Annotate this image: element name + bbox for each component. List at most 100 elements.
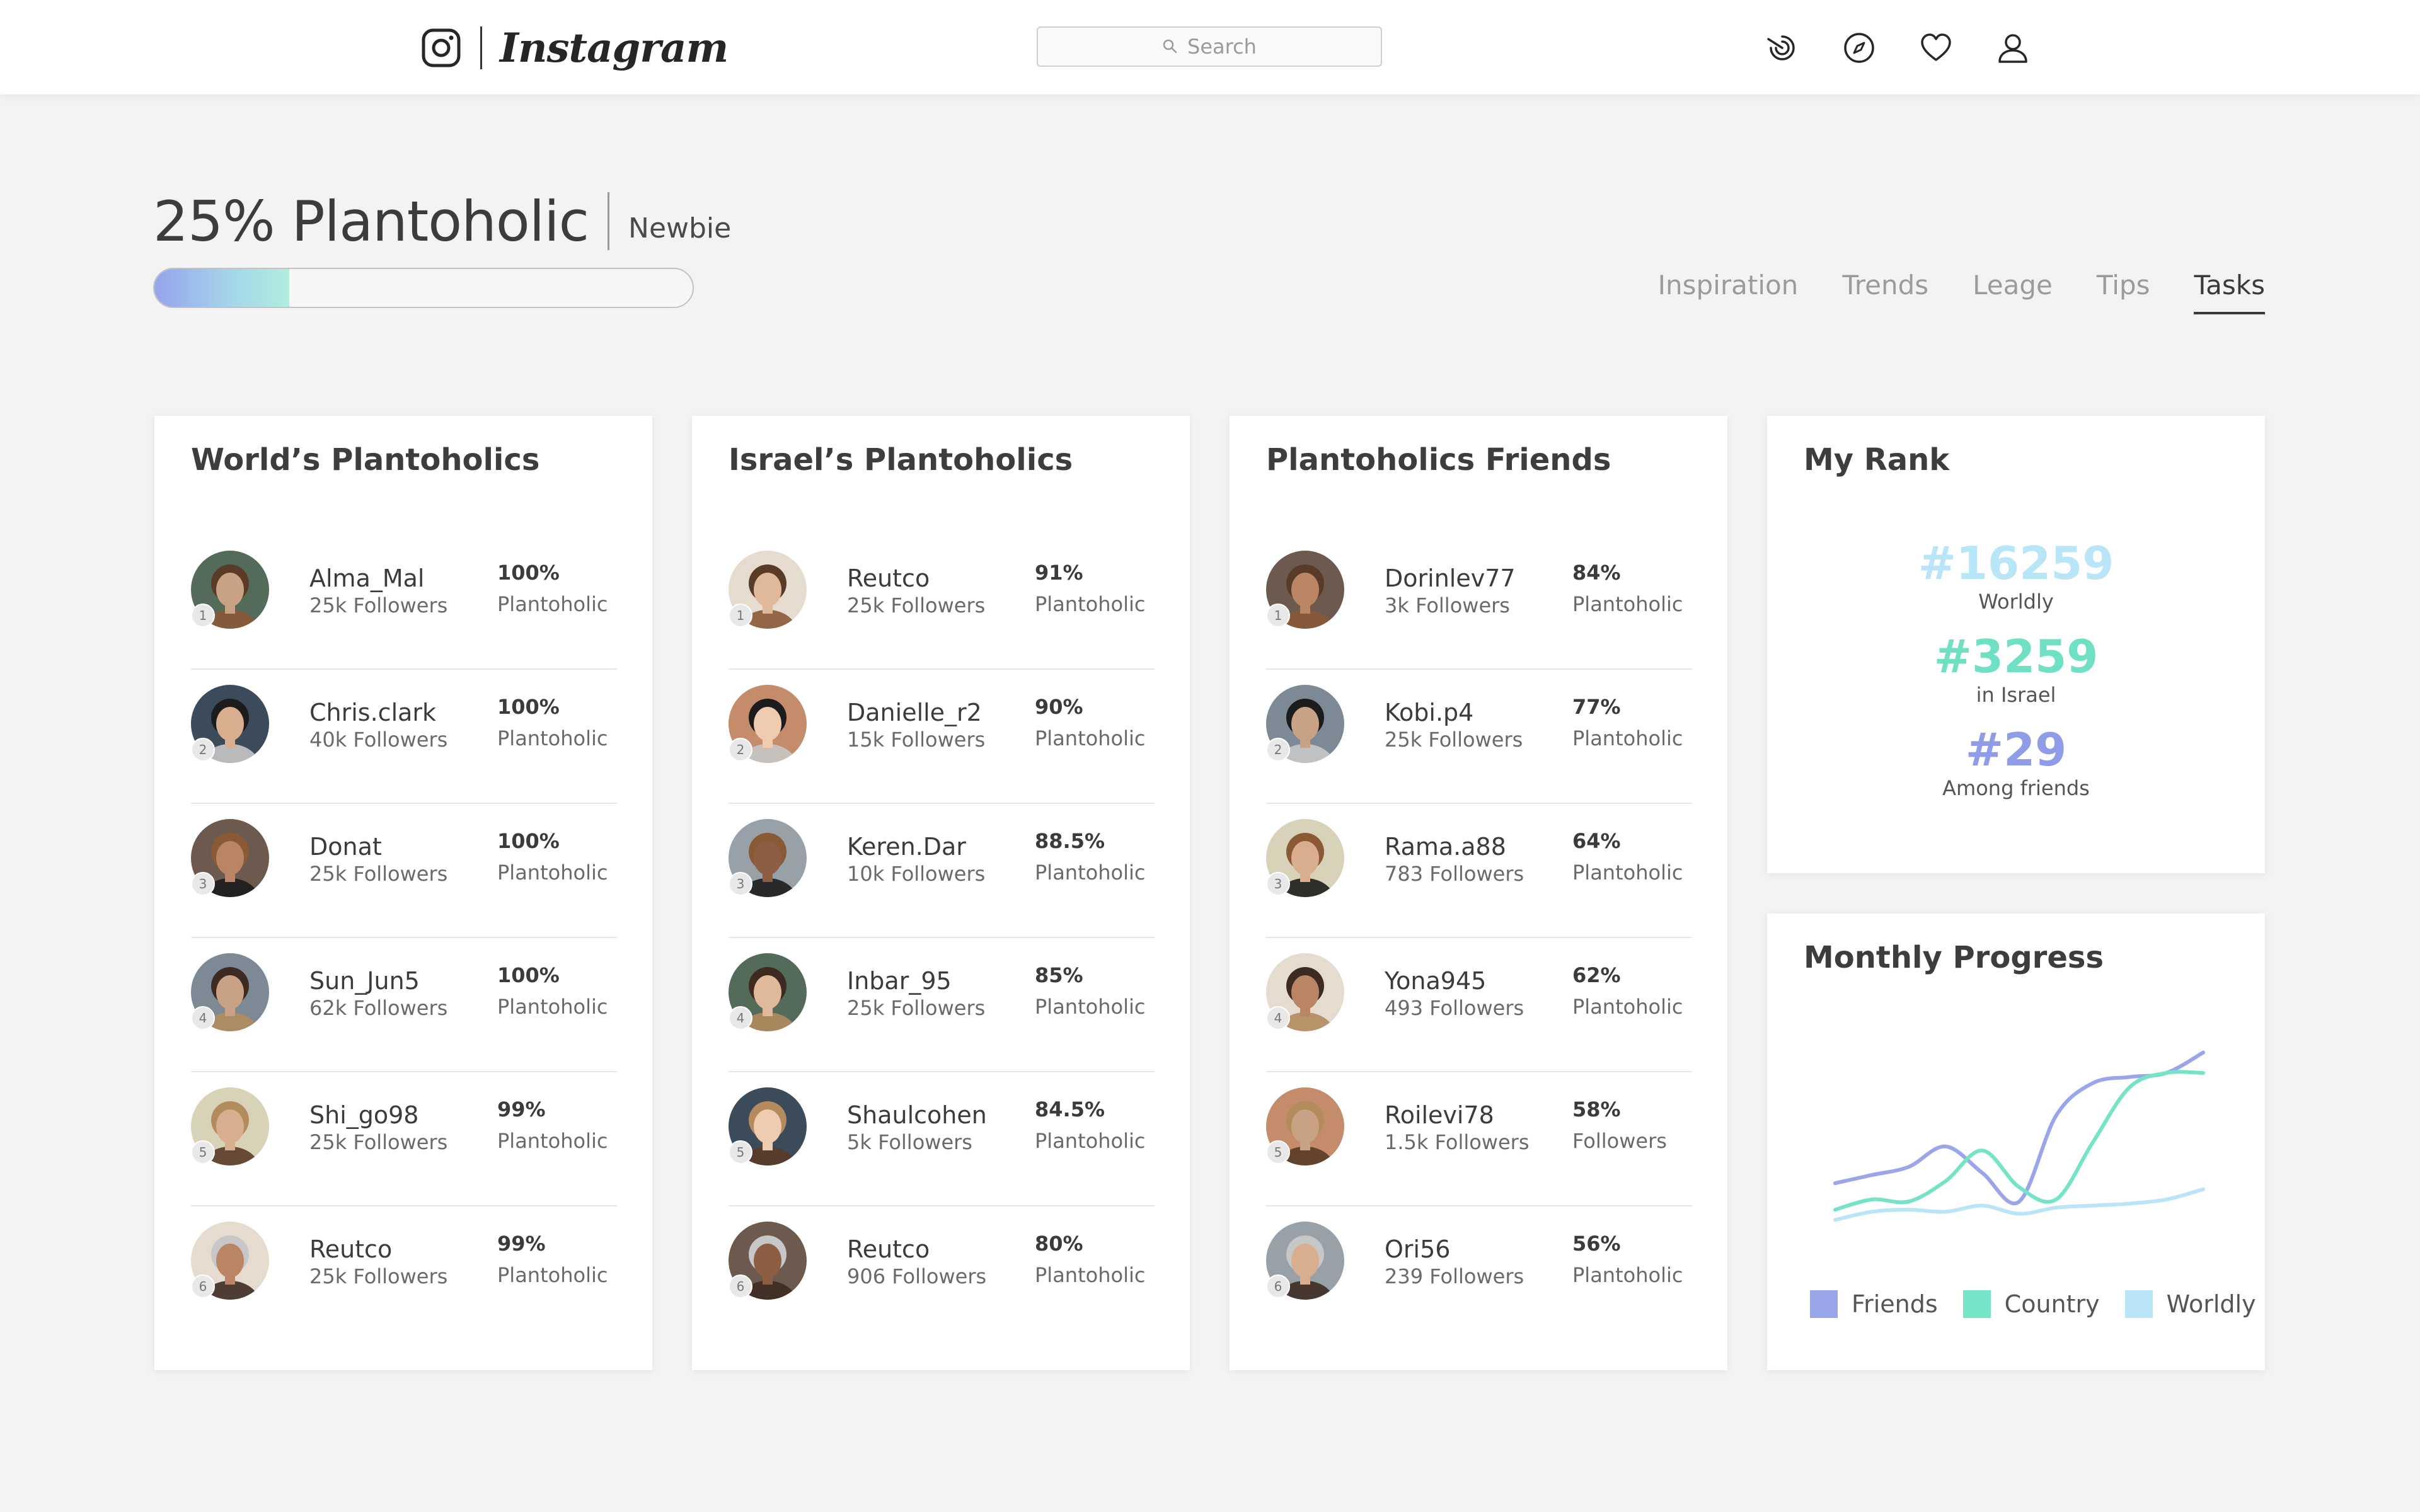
leaderboard-row[interactable]: 5 Shi_go98 25k Followers 99% Plantoholic	[191, 1072, 617, 1206]
search-box[interactable]	[1037, 26, 1382, 67]
user-status-label: Plantoholic	[1572, 995, 1683, 1019]
card-title: Israel’s Plantoholics	[729, 442, 1073, 478]
user-name[interactable]: Reutco	[309, 1235, 392, 1263]
user-followers: 25k Followers	[309, 862, 448, 886]
user-name[interactable]: Danielle_r2	[847, 699, 982, 726]
tab-leage[interactable]: Leage	[1973, 270, 2053, 314]
legend-swatch	[1810, 1290, 1838, 1318]
legend-item-friends[interactable]: Friends	[1810, 1290, 1938, 1318]
tab-trends[interactable]: Trends	[1842, 270, 1928, 314]
leaderboard-row[interactable]: 5 Shaulcohen 5k Followers 84.5% Plantoholic	[729, 1072, 1155, 1206]
user-percent: 100%	[497, 963, 560, 987]
card-title: Monthly Progress	[1804, 940, 2104, 975]
user-percent: 84%	[1572, 561, 1621, 585]
user-followers: 10k Followers	[847, 862, 986, 886]
rank-label: in Israel	[1976, 683, 2056, 707]
card-title: My Rank	[1804, 442, 1950, 478]
user-name[interactable]: Chris.clark	[309, 699, 436, 726]
user-status-label: Plantoholic	[1035, 861, 1146, 885]
profile-icon[interactable]	[1995, 30, 2031, 66]
user-followers: 25k Followers	[847, 593, 986, 617]
tab-tasks[interactable]: Tasks	[2194, 270, 2265, 314]
user-name[interactable]: Ori56	[1385, 1235, 1450, 1263]
instagram-logo-icon	[422, 28, 461, 67]
leaderboard-row[interactable]: 5 Roilevi78 1.5k Followers 58% Followers	[1266, 1072, 1692, 1206]
leaderboard-list: 1 Alma_Mal 25k Followers 100% Plantoholic 2 Ch…	[191, 536, 617, 1341]
user-followers: 5k Followers	[847, 1130, 972, 1154]
leaderboard-row[interactable]: 6 Reutco 906 Followers 80% Plantoholic	[729, 1206, 1155, 1341]
rank-friends: #29 Among friends	[1767, 727, 2265, 800]
user-followers: 15k Followers	[847, 728, 986, 752]
user-followers: 1.5k Followers	[1385, 1130, 1530, 1154]
tab-inspiration[interactable]: Inspiration	[1658, 270, 1799, 314]
top-bar: Instagram	[0, 0, 2420, 94]
leaderboard-row[interactable]: 4 Sun_Jun5 62k Followers 100% Plantoholic	[191, 938, 617, 1072]
user-name[interactable]: Shaulcohen	[847, 1101, 987, 1129]
leaderboard-row[interactable]: 1 Alma_Mal 25k Followers 100% Plantoholic	[191, 536, 617, 670]
user-followers: 25k Followers	[309, 1130, 448, 1154]
user-name[interactable]: Alma_Mal	[309, 564, 425, 592]
leaderboard-row[interactable]: 6 Reutco 25k Followers 99% Plantoholic	[191, 1206, 617, 1341]
rank-badge: 3	[1266, 872, 1290, 896]
user-status-label: Plantoholic	[497, 995, 608, 1019]
leaderboard-list: 1 Dorinlev77 3k Followers 84% Plantoholic 2 Ko…	[1266, 536, 1692, 1341]
user-name[interactable]: Dorinlev77	[1385, 564, 1516, 592]
user-name[interactable]: Shi_go98	[309, 1101, 419, 1129]
leaderboard-row[interactable]: 6 Ori56 239 Followers 56% Plantoholic	[1266, 1206, 1692, 1341]
user-percent: 64%	[1572, 829, 1621, 853]
monthly-progress-chart	[1833, 1050, 2205, 1222]
legend-swatch	[2124, 1290, 2153, 1318]
leaderboard-row[interactable]: 1 Dorinlev77 3k Followers 84% Plantoholic	[1266, 536, 1692, 670]
user-name[interactable]: Roilevi78	[1385, 1101, 1494, 1129]
user-name[interactable]: Inbar_95	[847, 967, 952, 995]
legend-item-worldly[interactable]: Worldly	[2124, 1290, 2256, 1318]
user-name[interactable]: Sun_Jun5	[309, 967, 420, 995]
leaderboard-row[interactable]: 2 Chris.clark 40k Followers 100% Plantoholic	[191, 670, 617, 804]
user-name[interactable]: Reutco	[847, 564, 930, 592]
instagram-brand[interactable]: Instagram	[421, 24, 729, 72]
search-input[interactable]	[1187, 35, 1257, 59]
monthly-progress-card: Monthly Progress Friends Country Worldly	[1767, 914, 2265, 1370]
leaderboard-row[interactable]: 3 Rama.a88 783 Followers 64% Plantoholic	[1266, 804, 1692, 938]
rank-badge: 5	[729, 1140, 752, 1164]
user-status-label: Plantoholic	[1572, 1263, 1683, 1287]
user-percent: 62%	[1572, 963, 1621, 987]
user-name[interactable]: Rama.a88	[1385, 833, 1506, 861]
user-status-label: Plantoholic	[497, 861, 608, 885]
user-followers: 62k Followers	[309, 996, 448, 1020]
user-status-label: Plantoholic	[1035, 592, 1146, 616]
rank-value: #29	[1965, 723, 2067, 776]
leaderboard-row[interactable]: 4 Yona945 493 Followers 62% Plantoholic	[1266, 938, 1692, 1072]
user-status-label: Plantoholic	[497, 1263, 608, 1287]
rank-badge: 2	[191, 738, 215, 762]
leaderboard-row[interactable]: 1 Reutco 25k Followers 91% Plantoholic	[729, 536, 1155, 670]
user-name[interactable]: Keren.Dar	[847, 833, 966, 861]
legend-swatch	[1962, 1290, 1991, 1318]
leaderboard-row[interactable]: 2 Danielle_r2 15k Followers 90% Plantoholic	[729, 670, 1155, 804]
activity-icon[interactable]	[1765, 30, 1800, 66]
tab-tips[interactable]: Tips	[2097, 270, 2150, 314]
user-status-label: Plantoholic	[497, 592, 608, 616]
user-name[interactable]: Reutco	[847, 1235, 930, 1263]
legend-label: Friends	[1852, 1290, 1938, 1318]
leaderboard-row[interactable]: 3 Keren.Dar 10k Followers 88.5% Plantoholic	[729, 804, 1155, 938]
brand-divider	[480, 26, 482, 69]
user-status-label: Plantoholic	[1572, 592, 1683, 616]
rank-badge: 3	[729, 872, 752, 896]
compass-icon[interactable]	[1841, 30, 1877, 66]
user-name[interactable]: Kobi.p4	[1385, 699, 1473, 726]
user-name[interactable]: Donat	[309, 833, 382, 861]
user-status-label: Plantoholic	[1572, 726, 1683, 750]
leaderboard-row[interactable]: 4 Inbar_95 25k Followers 85% Plantoholic	[729, 938, 1155, 1072]
series-line-worldly	[1833, 1187, 2205, 1222]
user-status-label: Plantoholic	[1035, 1263, 1146, 1287]
user-status-label: Plantoholic	[1035, 726, 1146, 750]
legend-item-country[interactable]: Country	[1962, 1290, 2100, 1318]
heart-icon[interactable]	[1918, 30, 1954, 66]
leaderboard-row[interactable]: 3 Donat 25k Followers 100% Plantoholic	[191, 804, 617, 938]
user-followers: 25k Followers	[309, 1264, 448, 1288]
leaderboard-row[interactable]: 2 Kobi.p4 25k Followers 77% Plantoholic	[1266, 670, 1692, 804]
user-name[interactable]: Yona945	[1385, 967, 1486, 995]
rank-badge: 1	[729, 604, 752, 627]
user-percent: 77%	[1572, 695, 1621, 719]
